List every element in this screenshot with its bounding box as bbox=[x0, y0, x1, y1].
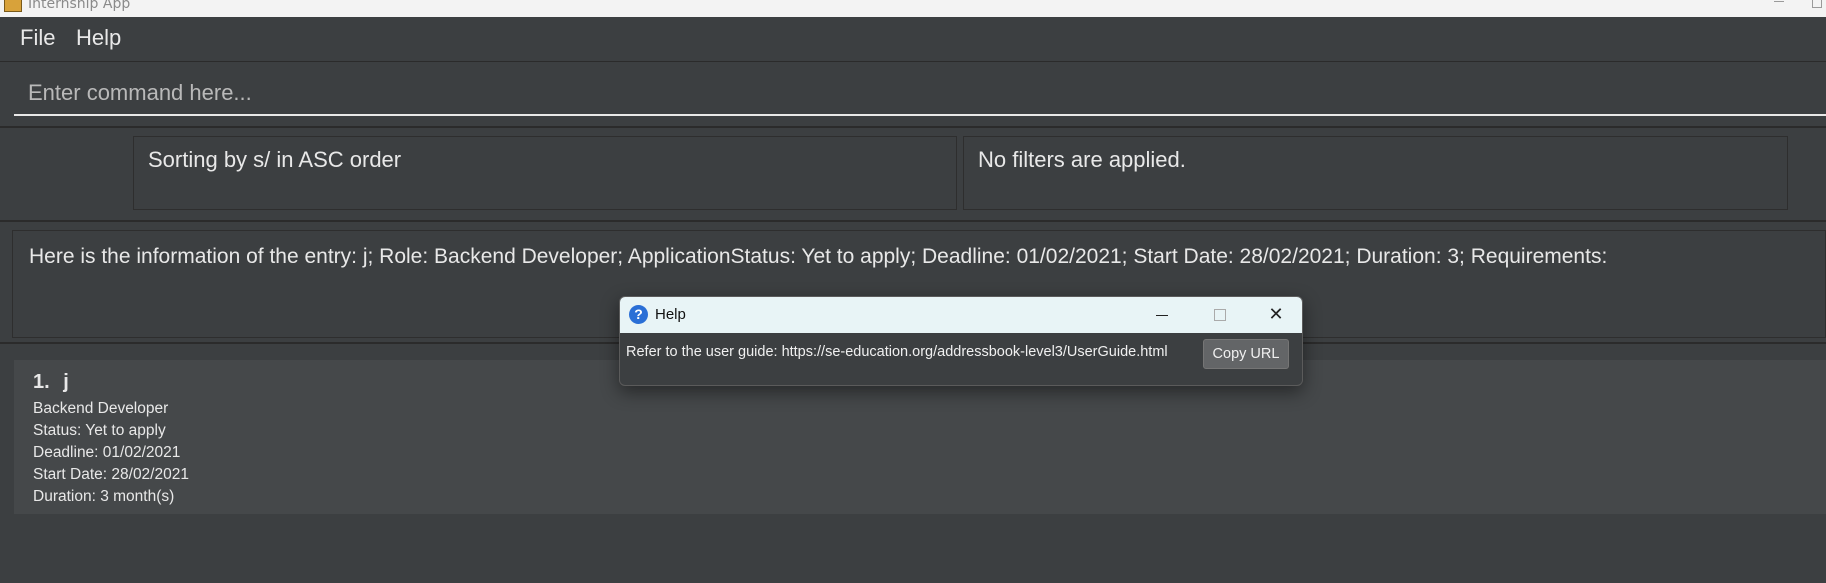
card-role: Backend Developer bbox=[33, 400, 169, 417]
app-icon bbox=[4, 0, 22, 12]
minimize-icon[interactable] bbox=[1774, 1, 1784, 2]
filter-status-panel: No filters are applied. bbox=[963, 136, 1788, 210]
dialog-maximize-icon[interactable] bbox=[1192, 297, 1248, 333]
window-title: Internship App bbox=[28, 0, 131, 12]
help-dialog-body: Refer to the user guide: https://se-educ… bbox=[620, 333, 1302, 385]
dialog-close-icon[interactable]: ✕ bbox=[1248, 297, 1302, 333]
help-message: Refer to the user guide: https://se-educ… bbox=[626, 344, 1168, 360]
card-name: j bbox=[63, 371, 69, 393]
card-duration: Duration: 3 month(s) bbox=[33, 488, 175, 505]
dialog-minimize-icon[interactable] bbox=[1134, 297, 1190, 333]
help-dialog-titlebar[interactable]: ? Help ✕ bbox=[620, 297, 1302, 333]
help-dialog: ? Help ✕ Refer to the user guide: https:… bbox=[619, 296, 1303, 386]
command-input[interactable] bbox=[14, 72, 1826, 116]
card-deadline: Deadline: 01/02/2021 bbox=[33, 444, 181, 461]
help-dialog-title: Help bbox=[655, 306, 686, 323]
copy-url-button[interactable]: Copy URL bbox=[1203, 339, 1289, 369]
status-area: Sorting by s/ in ASC order No filters ar… bbox=[0, 128, 1826, 222]
command-box bbox=[0, 62, 1826, 128]
sort-status-panel: Sorting by s/ in ASC order bbox=[133, 136, 957, 210]
card-start-date: Start Date: 28/02/2021 bbox=[33, 466, 189, 483]
card-status: Status: Yet to apply bbox=[33, 422, 166, 439]
window-titlebar: Internship App bbox=[0, 0, 1826, 17]
card-index: 1. bbox=[33, 371, 50, 393]
menu-file[interactable]: File bbox=[20, 25, 55, 51]
menu-bar: File Help bbox=[0, 17, 1826, 62]
maximize-icon[interactable] bbox=[1812, 0, 1822, 8]
menu-help[interactable]: Help bbox=[76, 25, 121, 51]
help-question-icon: ? bbox=[629, 305, 648, 324]
